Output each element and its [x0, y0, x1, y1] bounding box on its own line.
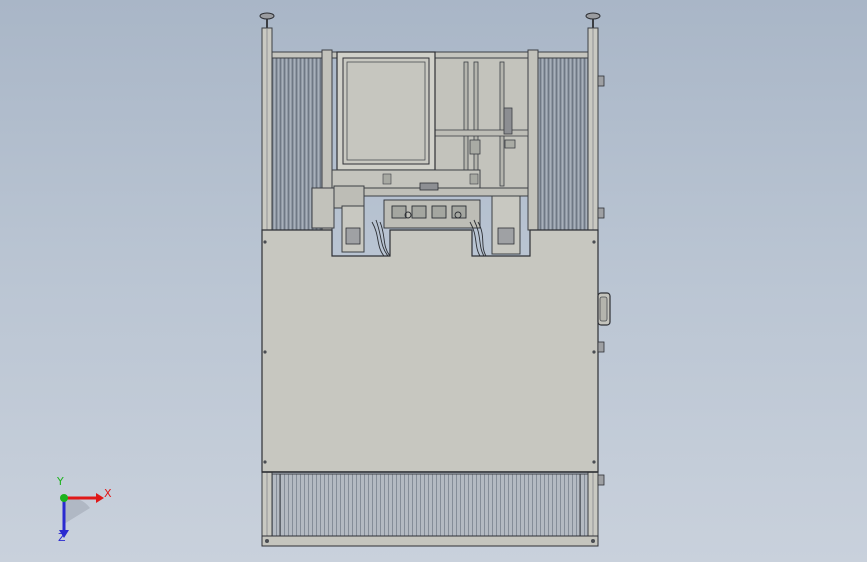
y-axis-dot [60, 494, 68, 502]
base-rail [261, 535, 599, 547]
inner-right-upright [527, 49, 539, 231]
right-leveling-foot [585, 12, 601, 28]
monitor [336, 51, 436, 171]
main-panel [261, 229, 599, 473]
x-arrow-head [96, 493, 104, 503]
triad-graphic [59, 493, 104, 538]
cad-model[interactable] [0, 0, 867, 562]
side-latches [597, 75, 605, 486]
z-axis-label: Z [58, 531, 66, 544]
y-axis-label: Y [57, 475, 64, 488]
lower-guard [271, 473, 589, 537]
graphics-viewport[interactable]: X Y Z [0, 0, 867, 562]
door-handle[interactable] [597, 292, 611, 326]
left-leveling-foot [259, 12, 275, 28]
right-actuator [491, 195, 521, 255]
x-axis-label: X [104, 487, 112, 500]
triad-plane-shade [64, 497, 90, 524]
orientation-triad[interactable]: X Y Z [44, 476, 124, 550]
